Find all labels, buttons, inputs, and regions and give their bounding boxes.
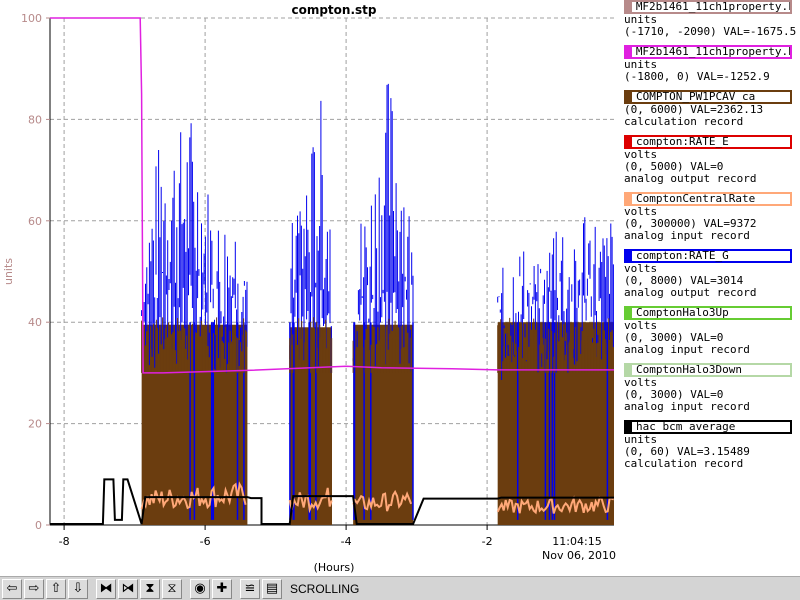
legend-name: ComptonHalo3Up — [636, 307, 729, 319]
chart-svg: compton.stp 0 20 40 60 80 100 -8 -6 -4 -2 11:04:15N… — [2, 3, 616, 574]
legend-detail: analog output record — [624, 286, 757, 299]
time-label: 11:04:15 — [552, 535, 601, 548]
legend-entry[interactable]: compton:RATE_G volts (0, 8000) VAL=3014 ana… — [624, 249, 800, 299]
legend-swatch: ComptonCentralRate — [624, 192, 792, 206]
legend-entry[interactable]: compton:RATE_E volts (0, 5000) VAL=0 analog… — [624, 135, 800, 185]
config-icon: ≌ — [244, 581, 256, 596]
zoom-in-horizontal-icon: ⧓ — [99, 581, 113, 596]
zoom-out-horizontal-button[interactable]: ⧒ — [118, 578, 138, 599]
legend-detail: analog input record — [624, 343, 750, 356]
legend-entry[interactable]: ComptonHalo3Down volts (0, 3000) VAL=0 anal… — [624, 363, 800, 413]
y-tick-label: 20 — [28, 418, 42, 431]
legend-detail: (-1710, -2090) VAL=-1675.5 — [624, 25, 797, 38]
zoom-in-vertical-icon: ⧗ — [145, 581, 155, 596]
legend-swatch: ComptonHalo3Down — [624, 363, 792, 377]
zoom-out-horizontal-icon: ⧒ — [121, 581, 135, 596]
legend-name: ComptonCentralRate — [636, 193, 756, 205]
record-button[interactable]: ◉ — [190, 578, 210, 599]
arrow-right-icon: ⇨ — [28, 581, 40, 596]
legend-detail: (-1800, 0) VAL=-1252.9 — [624, 70, 770, 83]
legend-detail: analog output record — [624, 172, 757, 185]
mode-label: SCROLLING — [290, 581, 360, 596]
legend-swatch: hac_bcm_average — [624, 420, 792, 434]
arrow-down-button[interactable]: ⇩ — [68, 578, 88, 599]
zoom-in-horizontal-button[interactable]: ⧓ — [96, 578, 116, 599]
arrow-up-icon: ⇧ — [50, 581, 62, 596]
toolbar-buttons: ⇦ ⇨ ⇧ ⇩ ⧓ ⧒ ⧗ ⧖ ◉ ✚ ≌ ▤ — [2, 578, 284, 599]
x-tick-label: -4 — [341, 535, 352, 548]
x-tick-label: -8 — [59, 535, 70, 548]
legend-name: compton:RATE_E — [636, 136, 729, 148]
arrow-right-button[interactable]: ⇨ — [24, 578, 44, 599]
zoom-out-vertical-button[interactable]: ⧖ — [162, 578, 182, 599]
add-button[interactable]: ✚ — [212, 578, 232, 599]
legend-name: hac_bcm_average — [636, 421, 736, 433]
legend-detail: calculation record — [624, 115, 744, 128]
legend-swatch: ComptonHalo3Up — [624, 306, 792, 320]
legend-swatch: MF2b1461_11ch1property.E — [624, 45, 792, 59]
legend-entry[interactable]: hac_bcm_average units (0, 60) VAL=3.15489 c… — [624, 420, 800, 470]
config-button[interactable]: ≌ — [240, 578, 260, 599]
add-icon: ✚ — [216, 581, 228, 596]
arrow-left-icon: ⇦ — [6, 581, 18, 596]
record-icon: ◉ — [194, 581, 206, 596]
x-tick-label: -2 — [482, 535, 493, 548]
y-tick-label: 60 — [28, 215, 42, 228]
legend-name: ComptonHalo3Down — [636, 364, 742, 376]
legend-detail: calculation record — [624, 457, 744, 470]
arrow-left-button[interactable]: ⇦ — [2, 578, 22, 599]
legend-swatch: COMPTON_PW1PCAV_ca — [624, 90, 792, 104]
date-label: Nov 06, 2010 — [542, 549, 616, 562]
legend-entry[interactable]: ComptonHalo3Up volts (0, 3000) VAL=0 analog… — [624, 306, 800, 356]
y-tick-label: 0 — [35, 519, 42, 532]
zoom-in-vertical-button[interactable]: ⧗ — [140, 578, 160, 599]
series-compton-pw1pcav-spikes — [289, 317, 333, 373]
legend-name: compton:RATE_G — [636, 250, 729, 262]
chart-area: compton.stp 0 20 40 60 80 100 -8 -6 -4 -2 11:04:15 N… — [0, 0, 620, 576]
legend-entry[interactable]: MF2b1461_11ch1property.F units (-1710, -20… — [624, 0, 800, 38]
x-tick-label: -6 — [200, 535, 211, 548]
y-tick-label: 80 — [28, 113, 42, 126]
toolbar: ⇦ ⇨ ⇧ ⇩ ⧓ ⧒ ⧗ ⧖ ◉ ✚ ≌ ▤ SCROLLING — [0, 576, 800, 600]
legend-name: MF2b1461_11ch1property.E — [635, 46, 790, 58]
legend-swatch: MF2b1461_11ch1property.F — [624, 0, 792, 14]
y-tick-label: 40 — [28, 316, 42, 329]
legend-swatch: compton:RATE_E — [624, 135, 792, 149]
y-tick-label: 100 — [21, 12, 42, 25]
legend-swatch: compton:RATE_G — [624, 249, 792, 263]
legend-entry[interactable]: COMPTON_PW1PCAV_ca (0, 6000) VAL=2362.13 c… — [624, 90, 800, 128]
legend-detail: analog input record — [624, 400, 750, 413]
legend-name: MF2b1461_11ch1property.F — [635, 1, 790, 13]
y-axis-label: units — [2, 258, 15, 285]
chart-title: compton.stp — [291, 3, 376, 17]
legend-detail: analog input record — [624, 229, 750, 242]
legend-entry[interactable]: ComptonCentralRate volts (0, 300000) VAL=9… — [624, 192, 800, 242]
arrow-up-button[interactable]: ⇧ — [46, 578, 66, 599]
arrow-down-icon: ⇩ — [72, 581, 84, 596]
zoom-out-vertical-icon: ⧖ — [167, 581, 177, 596]
print-button[interactable]: ▤ — [262, 578, 282, 599]
x-axis-label: (Hours) — [314, 561, 355, 574]
legend: MF2b1461_11ch1property.F units (-1710, -20… — [620, 0, 800, 576]
legend-name: COMPTON_PW1PCAV_ca — [636, 91, 756, 103]
legend-entry[interactable]: MF2b1461_11ch1property.E units (-1800, 0) … — [624, 45, 800, 83]
print-icon: ▤ — [265, 581, 279, 596]
